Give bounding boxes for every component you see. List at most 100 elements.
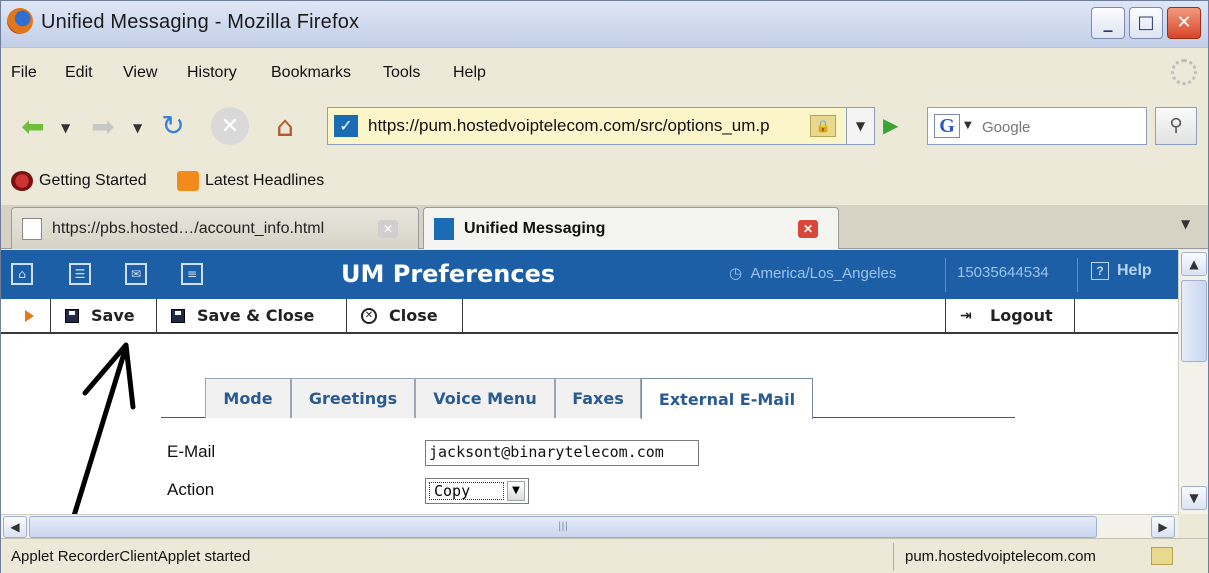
save-button[interactable]: Save xyxy=(51,299,157,332)
status-text: Applet RecorderClientApplet started xyxy=(11,548,251,565)
menu-view[interactable]: View xyxy=(123,64,157,82)
home-icon[interactable]: ⌂ xyxy=(263,105,307,147)
close-tab-icon[interactable]: ✕ xyxy=(798,220,818,238)
action-select[interactable]: Copy ▼ xyxy=(425,478,529,504)
logout-button[interactable]: ⇥ Logout xyxy=(945,299,1075,332)
toolbar-toggle[interactable] xyxy=(1,299,51,332)
search-input[interactable] xyxy=(982,116,1132,138)
account-number: 15035644534 xyxy=(957,264,1049,281)
close-label: Close xyxy=(389,306,438,325)
email-field[interactable]: jacksont@binarytelecom.com xyxy=(425,440,699,466)
site-favicon-icon: ✓ xyxy=(334,115,358,137)
close-window-button[interactable]: ✕ xyxy=(1167,7,1201,39)
maximize-button[interactable]: □ xyxy=(1129,7,1163,39)
home-icon[interactable]: ⌂ xyxy=(11,263,33,285)
save-close-label: Save & Close xyxy=(197,306,315,325)
getting-started-icon xyxy=(11,171,33,191)
annotation-arrow xyxy=(70,342,136,521)
secure-lock-icon[interactable]: 🔒 xyxy=(810,115,836,137)
scroll-up-icon[interactable]: ▲ xyxy=(1181,252,1207,276)
minimize-button[interactable]: _ xyxy=(1091,7,1125,39)
bookmark-getting-started[interactable]: Getting Started xyxy=(11,171,147,191)
list-icon[interactable]: ≡ xyxy=(181,263,203,285)
horizontal-scrollbar[interactable]: ◀ ||| ▶ xyxy=(1,514,1178,538)
browser-window: Unified Messaging - Mozilla Firefox _ □ … xyxy=(0,0,1209,573)
menu-edit[interactable]: Edit xyxy=(65,64,93,82)
play-arrow-icon xyxy=(25,309,34,322)
reload-icon[interactable]: ↻ xyxy=(151,105,195,145)
status-divider xyxy=(893,543,894,571)
close-circle-icon: ✕ xyxy=(361,307,377,324)
google-engine-icon[interactable]: G xyxy=(934,114,960,138)
vertical-scroll-thumb[interactable] xyxy=(1181,280,1207,362)
menu-file[interactable]: File xyxy=(11,64,37,82)
mail-icon[interactable]: ✉ xyxy=(125,263,147,285)
close-button[interactable]: ✕ Close xyxy=(347,299,463,332)
tab-unified-messaging[interactable]: Unified Messaging ✕ xyxy=(423,207,839,249)
tab-faxes[interactable]: Faxes xyxy=(555,378,641,418)
back-history-dropdown-icon[interactable]: ▼ xyxy=(61,121,70,135)
status-bar: Applet RecorderClientApplet started pum.… xyxy=(1,538,1208,573)
help-icon: ? xyxy=(1091,262,1109,280)
action-toolbar: Save Save & Close ✕ Close ⇥ Logout xyxy=(1,299,1178,334)
email-label: E-Mail xyxy=(167,442,216,461)
tab-voice-menu[interactable]: Voice Menu xyxy=(415,378,555,418)
save-label: Save xyxy=(91,306,135,325)
address-bar[interactable]: ✓ https://pum.hostedvoiptelecom.com/src/… xyxy=(327,107,847,145)
tab-strip: https://pbs.hosted…/account_info.html ✕ … xyxy=(1,205,1208,249)
engine-dropdown-icon[interactable]: ▼ xyxy=(964,120,972,131)
page-content: ⌂ ☰ ✉ ≡ UM Preferences ◷ America/Los_Ang… xyxy=(1,250,1178,514)
tab-label: Unified Messaging xyxy=(464,219,606,237)
scroll-left-icon[interactable]: ◀ xyxy=(3,516,27,538)
save-disk-icon xyxy=(65,308,79,323)
scroll-down-icon[interactable]: ▼ xyxy=(1181,486,1207,510)
directory-icon[interactable]: ☰ xyxy=(69,263,91,285)
url-history-dropdown[interactable]: ▼ xyxy=(847,107,875,145)
menu-tools[interactable]: Tools xyxy=(383,64,420,82)
bookmark-label: Getting Started xyxy=(39,172,147,189)
page-title: UM Preferences xyxy=(341,260,556,288)
timezone-link[interactable]: ◷ America/Los_Angeles xyxy=(729,264,896,282)
stop-icon[interactable]: ✕ xyxy=(211,107,249,145)
rss-feed-icon xyxy=(177,171,199,191)
forward-arrow-icon[interactable]: ➡ xyxy=(81,109,125,143)
vertical-scrollbar[interactable]: ▲ ▼ xyxy=(1178,250,1208,514)
bookmarks-toolbar: Getting Started Latest Headlines xyxy=(1,163,1208,199)
search-magnifier-icon[interactable]: ⚲ xyxy=(1155,107,1197,145)
tab-label: https://pbs.hosted…/account_info.html xyxy=(52,219,325,237)
firefox-logo-icon xyxy=(7,8,33,34)
close-tab-icon[interactable]: ✕ xyxy=(378,220,398,238)
save-close-button[interactable]: Save & Close xyxy=(157,299,347,332)
status-host: pum.hostedvoiptelecom.com xyxy=(905,548,1096,565)
tab-external-email[interactable]: External E-Mail xyxy=(641,378,813,419)
go-arrow-icon[interactable]: ▶ xyxy=(883,113,907,137)
header-divider xyxy=(1077,258,1078,292)
help-link[interactable]: ? Help xyxy=(1091,262,1152,280)
help-label: Help xyxy=(1117,262,1152,279)
tab-account-info[interactable]: https://pbs.hosted…/account_info.html ✕ xyxy=(11,207,419,249)
horizontal-scroll-thumb[interactable]: ||| xyxy=(29,516,1097,538)
bookmark-latest-headlines[interactable]: Latest Headlines xyxy=(177,171,324,191)
menu-bar: File Edit View History Bookmarks Tools H… xyxy=(1,58,1208,90)
back-arrow-icon[interactable]: ⬅ xyxy=(11,109,55,143)
url-text[interactable]: https://pum.hostedvoiptelecom.com/src/op… xyxy=(368,116,778,136)
search-box[interactable]: G ▼ xyxy=(927,107,1147,145)
menu-history[interactable]: History xyxy=(187,64,237,82)
um-header: ⌂ ☰ ✉ ≡ UM Preferences ◷ America/Los_Ang… xyxy=(1,250,1178,299)
scroll-right-icon[interactable]: ▶ xyxy=(1151,516,1175,538)
secure-lock-icon[interactable] xyxy=(1151,547,1173,565)
window-title: Unified Messaging - Mozilla Firefox xyxy=(41,11,360,33)
save-disk-icon xyxy=(171,308,185,323)
logout-icon: ⇥ xyxy=(960,307,972,324)
chevron-down-icon[interactable]: ▼ xyxy=(507,481,525,501)
tab-greetings[interactable]: Greetings xyxy=(291,378,415,418)
logout-label: Logout xyxy=(990,306,1053,325)
tab-mode[interactable]: Mode xyxy=(205,378,291,418)
forward-history-dropdown-icon[interactable]: ▼ xyxy=(133,121,142,135)
menu-help[interactable]: Help xyxy=(453,64,486,82)
action-label: Action xyxy=(167,480,215,499)
throbber-icon xyxy=(1171,59,1197,85)
tab-list-dropdown-icon[interactable]: ▼ xyxy=(1181,217,1190,231)
preference-tabs: Mode Greetings Voice Menu Faxes External… xyxy=(161,378,1015,419)
menu-bookmarks[interactable]: Bookmarks xyxy=(271,64,351,82)
